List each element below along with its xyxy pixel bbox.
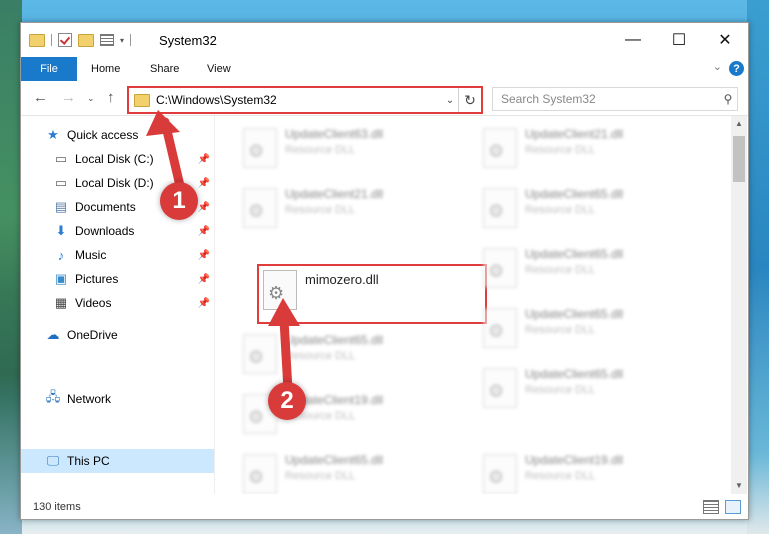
step-1-badge: 1 [160,182,198,220]
arrow-step2 [279,315,293,395]
step-2-badge: 2 [268,382,306,420]
arrow-head-step1 [146,110,180,136]
arrow-head-step2 [268,298,300,326]
annotation-arrows [146,110,300,395]
